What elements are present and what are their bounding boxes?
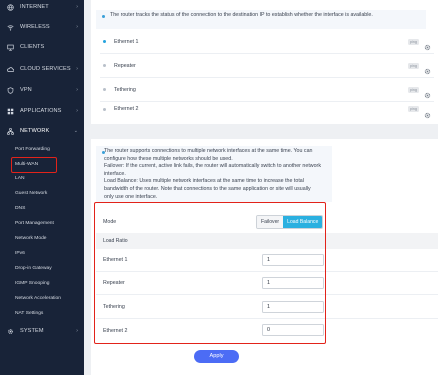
sidebar-item-label: INTERNET: [20, 4, 49, 10]
ping-badge: ping: [407, 106, 419, 112]
sidebar-subitem-dns[interactable]: DNS: [15, 204, 25, 214]
network-icon: [7, 127, 14, 135]
chevron-right-icon: ›: [76, 108, 78, 114]
gear-icon: [7, 328, 14, 335]
sidebar-item-label: CLIENTS: [20, 44, 45, 50]
sidebar-item-internet[interactable]: INTERNET ›: [0, 0, 84, 14]
status-dot-icon: [103, 107, 106, 111]
port-row: Ethernet 1 ping: [100, 30, 434, 54]
wifi-icon: [7, 24, 14, 31]
sidebar-item-applications[interactable]: APPLICATIONS ›: [0, 104, 84, 118]
port-row: Repeater ping: [100, 54, 434, 78]
cloud-icon: [7, 66, 15, 73]
gear-icon[interactable]: [424, 106, 431, 118]
status-dot-icon: [103, 64, 106, 67]
sidebar-item-label: APPLICATIONS: [20, 108, 62, 114]
port-name: Repeater: [114, 62, 136, 69]
sidebar-subitem-port-management[interactable]: Port Management: [15, 219, 54, 229]
info-line: Failover: If the current, active link fa…: [104, 163, 321, 170]
port-name: Ethernet 2: [114, 106, 139, 112]
shield-icon: [7, 86, 14, 94]
ping-badge: ping: [407, 38, 419, 45]
tracking-info: The router tracks the status of the conn…: [96, 10, 426, 29]
gear-icon[interactable]: [424, 86, 431, 99]
tracking-info-text: The router tracks the status of the conn…: [110, 12, 373, 18]
annotation-highlight: [94, 202, 326, 344]
gear-icon[interactable]: [424, 62, 431, 75]
sidebar-subitem-igmp-snooping[interactable]: IGMP Snooping: [15, 279, 49, 289]
sidebar-subitem-nat-settings[interactable]: NAT Settings: [15, 309, 43, 319]
ping-badge: ping: [407, 62, 419, 69]
sidebar-subitem-guest-network[interactable]: Guest Network: [15, 189, 47, 199]
sidebar-item-label: VPN: [20, 87, 32, 93]
sidebar-item-clients[interactable]: CLIENTS: [0, 40, 84, 54]
apps-icon: [7, 108, 14, 115]
info-dot-icon: [102, 15, 105, 18]
info-line: only use one interface.: [104, 193, 158, 200]
sidebar-subitem-network-mode[interactable]: Network Mode: [15, 234, 47, 244]
multi-wan-info: The router supports connections to multi…: [96, 146, 332, 202]
sidebar-subitem-drop-in-gateway[interactable]: Drop-in Gateway: [15, 264, 52, 274]
monitor-icon: [7, 44, 14, 51]
sidebar-item-vpn[interactable]: VPN ›: [0, 83, 84, 97]
sidebar-subitem-ipv6[interactable]: IPv6: [15, 249, 25, 259]
gear-icon[interactable]: [424, 38, 431, 51]
sidebar-item-wireless[interactable]: WIRELESS ›: [0, 20, 84, 34]
status-dot-icon: [103, 88, 106, 91]
sidebar: INTERNET › WIRELESS › CLIENTS CLOUD SERV…: [0, 0, 84, 375]
port-row: Ethernet 2 ping: [100, 97, 434, 121]
chevron-down-icon: ⌄: [73, 128, 78, 134]
chevron-right-icon: ›: [76, 87, 78, 93]
info-line: bandwidth of the router. Note that conne…: [104, 185, 311, 192]
port-name: Ethernet 1: [114, 38, 139, 45]
chevron-right-icon: ›: [76, 66, 78, 72]
sidebar-item-network[interactable]: NETWORK ⌄: [0, 124, 84, 138]
info-dot-icon: [102, 151, 105, 154]
sidebar-subitem-lan[interactable]: LAN: [15, 174, 25, 184]
status-dot-icon: [103, 40, 106, 43]
apply-button[interactable]: Apply: [194, 350, 239, 363]
sidebar-item-label: CLOUD SERVICES: [20, 66, 71, 72]
info-line: The router supports connections to multi…: [104, 148, 313, 154]
info-line: Load Balance: Uses multiple network inte…: [104, 178, 304, 185]
sidebar-item-label: WIRELESS: [20, 24, 50, 30]
sidebar-item-label: NETWORK: [20, 128, 50, 134]
chevron-right-icon: ›: [76, 4, 78, 10]
sidebar-item-system[interactable]: SYSTEM ›: [0, 324, 84, 338]
port-name: Tethering: [114, 86, 136, 93]
info-line: interface.: [104, 170, 126, 177]
sidebar-subitem-network-acceleration[interactable]: Network Acceleration: [15, 294, 61, 304]
chevron-right-icon: ›: [76, 24, 78, 30]
globe-icon: [7, 3, 14, 11]
multi-wan-highlight: [11, 157, 57, 173]
sidebar-subitem-port-forwarding[interactable]: Port Forwarding: [15, 145, 50, 155]
sidebar-item-cloud-services[interactable]: CLOUD SERVICES ›: [0, 62, 84, 76]
sidebar-item-label: SYSTEM: [20, 328, 44, 334]
chevron-right-icon: ›: [76, 328, 78, 334]
info-line: configure how these multiple networks sh…: [104, 155, 233, 162]
ping-badge: ping: [407, 86, 419, 93]
